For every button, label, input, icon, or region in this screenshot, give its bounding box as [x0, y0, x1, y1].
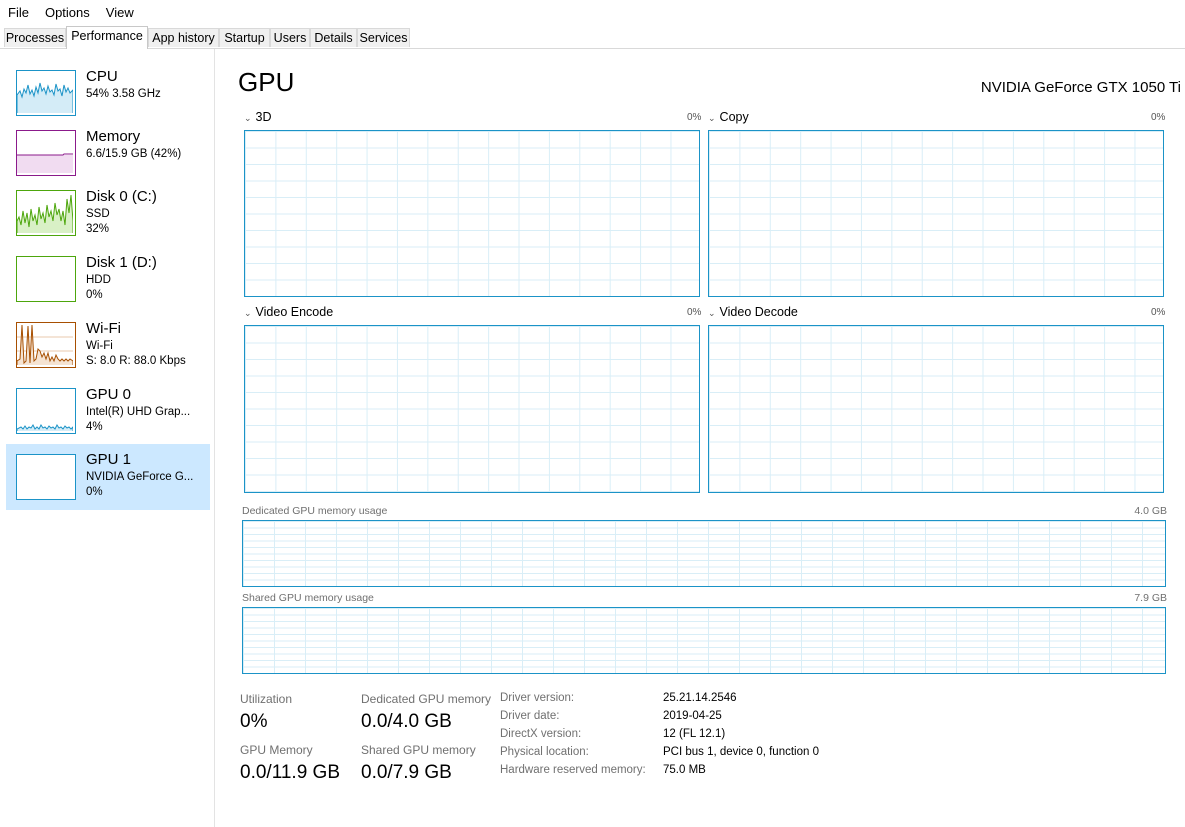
- gpu-memory-label: GPU Memory: [240, 743, 313, 757]
- sidebar-item-disk-1[interactable]: Disk 1 (D:) HDD 0%: [6, 252, 210, 318]
- utilization-value: 0%: [240, 711, 268, 732]
- engine-graph-video-decode: [708, 325, 1164, 493]
- engine-selector-video-encode[interactable]: ⌄ Video Encode: [244, 305, 333, 319]
- page-title: GPU: [238, 67, 295, 97]
- engine-graph-video-encode: [244, 325, 700, 493]
- menu-view[interactable]: View: [98, 0, 142, 26]
- physical-location-key: Physical location:: [500, 746, 589, 758]
- engine-label: Video Encode: [255, 305, 334, 319]
- sidebar-item-detail: SSD: [86, 208, 110, 220]
- dedicated-memory-label: Dedicated GPU memory: [361, 692, 492, 706]
- reserved-memory-key: Hardware reserved memory:: [500, 764, 646, 776]
- dedicated-memory-graph-label: Dedicated GPU memory usage: [242, 505, 388, 517]
- sidebar-item-gpu-1[interactable]: GPU 1 NVIDIA GeForce G... 0%: [6, 444, 210, 510]
- driver-date-value: 2019-04-25: [663, 710, 722, 722]
- directx-version-key: DirectX version:: [500, 728, 582, 740]
- tab-app-history[interactable]: App history: [148, 28, 219, 47]
- sidebar-item-title: CPU: [86, 68, 118, 85]
- sidebar-item-title: GPU 1: [86, 451, 132, 468]
- sidebar-item-detail-2: 4%: [86, 421, 103, 433]
- engine-max-label: 0%: [1151, 112, 1166, 123]
- shared-memory-label: Shared GPU memory: [361, 743, 476, 757]
- resource-sidebar: CPU 54% 3.58 GHz Memory 6.6/15.9 GB (42%…: [0, 49, 215, 827]
- engine-selector-3d[interactable]: ⌄ 3D: [244, 110, 272, 124]
- chevron-down-icon: ⌄: [244, 113, 252, 123]
- memory-thumbnail-graph: [16, 130, 76, 176]
- utilization-label: Utilization: [240, 692, 293, 706]
- sidebar-item-title: Disk 0 (C:): [86, 188, 157, 205]
- disk-0-thumbnail-graph: [16, 190, 76, 236]
- dedicated-memory-max: 4.0 GB: [1134, 505, 1167, 517]
- shared-memory-value: 0.0/7.9 GB: [361, 762, 452, 783]
- sidebar-item-detail-2: 0%: [86, 289, 103, 301]
- wifi-thumbnail-graph: [16, 322, 76, 368]
- tab-startup[interactable]: Startup: [219, 28, 270, 47]
- disk-1-thumbnail-graph: [16, 256, 76, 302]
- sidebar-item-gpu-0[interactable]: GPU 0 Intel(R) UHD Grap... 4%: [6, 384, 210, 450]
- shared-memory-graph-label: Shared GPU memory usage: [242, 592, 374, 604]
- sidebar-item-title: Memory: [86, 128, 141, 145]
- gpu-memory-value: 0.0/11.9 GB: [240, 762, 340, 783]
- menu-options[interactable]: Options: [37, 0, 98, 26]
- tab-details[interactable]: Details: [310, 28, 357, 47]
- gpu-1-thumbnail-graph: [16, 454, 76, 500]
- shared-memory-graph: [242, 607, 1166, 674]
- sidebar-item-title: GPU 0: [86, 386, 132, 403]
- engine-label: 3D: [255, 110, 272, 124]
- gpu-0-thumbnail-graph: [16, 388, 76, 434]
- engine-selector-video-decode[interactable]: ⌄ Video Decode: [708, 305, 798, 319]
- tab-strip: Processes Performance App history Startu…: [0, 26, 1185, 49]
- engine-max-label: 0%: [687, 112, 702, 123]
- driver-version-key: Driver version:: [500, 692, 575, 704]
- engine-max-label: 0%: [1151, 307, 1166, 318]
- driver-date-key: Driver date:: [500, 710, 560, 722]
- sidebar-item-detail-2: 32%: [86, 223, 110, 235]
- chevron-down-icon: ⌄: [708, 308, 716, 318]
- device-name: NVIDIA GeForce GTX 1050 Ti: [980, 79, 1181, 96]
- tab-users[interactable]: Users: [270, 28, 310, 47]
- tab-services[interactable]: Services: [357, 28, 410, 47]
- sidebar-item-detail: NVIDIA GeForce G...: [86, 471, 194, 483]
- engine-max-label: 0%: [687, 307, 702, 318]
- tab-performance[interactable]: Performance: [66, 26, 148, 49]
- sidebar-item-detail: 6.6/15.9 GB (42%): [86, 148, 182, 160]
- shared-memory-max: 7.9 GB: [1134, 592, 1167, 604]
- directx-version-value: 12 (FL 12.1): [663, 728, 726, 740]
- sidebar-item-detail-2: S: 8.0 R: 88.0 Kbps: [86, 355, 186, 367]
- engine-selector-copy[interactable]: ⌄ Copy: [708, 110, 749, 124]
- gpu-detail-panel: GPU NVIDIA GeForce GTX 1050 Ti ⌄ 3D 0% ⌄ C…: [215, 49, 1185, 827]
- sidebar-item-detail: 54% 3.58 GHz: [86, 88, 161, 100]
- reserved-memory-value: 75.0 MB: [663, 764, 706, 776]
- sidebar-item-cpu[interactable]: CPU 54% 3.58 GHz: [6, 66, 210, 132]
- chevron-down-icon: ⌄: [708, 113, 716, 123]
- engine-graph-3d: [244, 130, 700, 297]
- sidebar-item-detail-2: 0%: [86, 486, 103, 498]
- engine-label: Video Decode: [719, 305, 798, 319]
- sidebar-item-detail: HDD: [86, 274, 111, 286]
- dedicated-memory-graph: [242, 520, 1166, 587]
- engine-label: Copy: [719, 110, 749, 124]
- driver-version-value: 25.21.14.2546: [663, 692, 737, 704]
- engine-graph-copy: [708, 130, 1164, 297]
- sidebar-item-detail: Wi-Fi: [86, 340, 113, 352]
- sidebar-item-detail: Intel(R) UHD Grap...: [86, 406, 191, 418]
- dedicated-memory-value: 0.0/4.0 GB: [361, 711, 452, 732]
- menu-file[interactable]: File: [0, 0, 37, 26]
- sidebar-item-title: Wi-Fi: [86, 320, 121, 337]
- physical-location-value: PCI bus 1, device 0, function 0: [663, 746, 819, 758]
- sidebar-item-wifi[interactable]: Wi-Fi Wi-Fi S: 8.0 R: 88.0 Kbps: [6, 318, 210, 384]
- chevron-down-icon: ⌄: [244, 308, 252, 318]
- cpu-thumbnail-graph: [16, 70, 76, 116]
- menu-bar: File Options View: [0, 0, 1185, 26]
- tab-processes[interactable]: Processes: [4, 28, 66, 47]
- sidebar-item-title: Disk 1 (D:): [86, 254, 157, 271]
- sidebar-item-disk-0[interactable]: Disk 0 (C:) SSD 32%: [6, 186, 210, 252]
- sidebar-item-memory[interactable]: Memory 6.6/15.9 GB (42%): [6, 126, 210, 192]
